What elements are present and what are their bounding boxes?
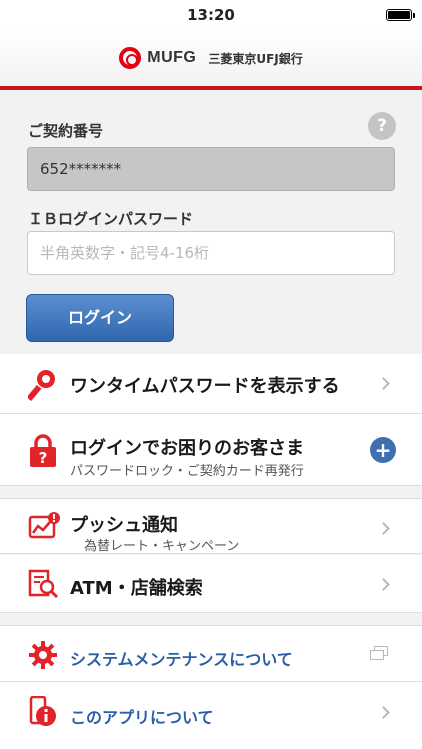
- atm-search-icon: [28, 569, 59, 599]
- key-icon: [28, 370, 55, 402]
- chevron-right-icon: [377, 578, 390, 591]
- menu-item-system-maintenance[interactable]: システムメンテナンスについて: [0, 625, 422, 682]
- external-window-icon: [370, 646, 388, 660]
- svg-text:?: ?: [39, 449, 48, 467]
- help-icon[interactable]: ?: [368, 112, 396, 140]
- contract-number-label: ご契約番号: [28, 122, 104, 140]
- menu-item-label: ログインでお困りのお客さま: [70, 438, 304, 459]
- menu-item-push-notification[interactable]: プッシュ通知 為替レート・キャンペーン: [0, 498, 422, 554]
- menu-item-atm-search[interactable]: ATM・店舗検索: [0, 555, 422, 613]
- chevron-right-icon: [377, 706, 390, 719]
- status-time: 13:20: [187, 6, 235, 24]
- lock-help-icon: ?: [30, 434, 56, 467]
- login-form: ご契約番号 ? 652******* ＩＢログインパスワード 半角英数字・記号4…: [0, 90, 422, 354]
- mufg-logo-icon: [119, 47, 142, 69]
- info-phone-icon: [29, 696, 56, 726]
- menu-item-about-app[interactable]: このアプリについて: [0, 682, 422, 750]
- menu-item-label: ATM・店舗検索: [70, 578, 203, 599]
- gear-icon: [29, 641, 57, 669]
- menu-item-login-help[interactable]: ? ログインでお困りのお客さま パスワードロック・ご契約カード再発行 +: [0, 414, 422, 486]
- chevron-right-icon: [377, 377, 390, 390]
- push-chart-icon: [28, 512, 60, 539]
- menu-item-subtitle: 為替レート・キャンペーン: [84, 539, 240, 554]
- battery-icon: [386, 9, 415, 21]
- login-button[interactable]: ログイン: [26, 294, 174, 342]
- menu-item-label: このアプリについて: [70, 708, 214, 727]
- menu-item-label: プッシュ通知: [70, 515, 178, 536]
- logo-text: MUFG: [147, 49, 197, 66]
- menu-item-subtitle: パスワードロック・ご契約カード再発行: [70, 464, 304, 479]
- menu-item-one-time-password[interactable]: ワンタイムパスワードを表示する: [0, 354, 422, 414]
- menu-item-label: システムメンテナンスについて: [70, 650, 293, 669]
- expand-plus-icon[interactable]: +: [370, 437, 396, 463]
- chevron-right-icon: [377, 522, 390, 535]
- status-bar: 13:20: [0, 0, 422, 30]
- contract-number-field[interactable]: 652*******: [27, 147, 395, 191]
- app-header: MUFG 三菱東京UFJ銀行: [0, 30, 422, 86]
- bank-name: 三菱東京UFJ銀行: [208, 51, 303, 66]
- menu-item-label: ワンタイムパスワードを表示する: [70, 376, 340, 397]
- password-field[interactable]: 半角英数字・記号4-16桁: [27, 231, 395, 275]
- password-label: ＩＢログインパスワード: [28, 210, 194, 228]
